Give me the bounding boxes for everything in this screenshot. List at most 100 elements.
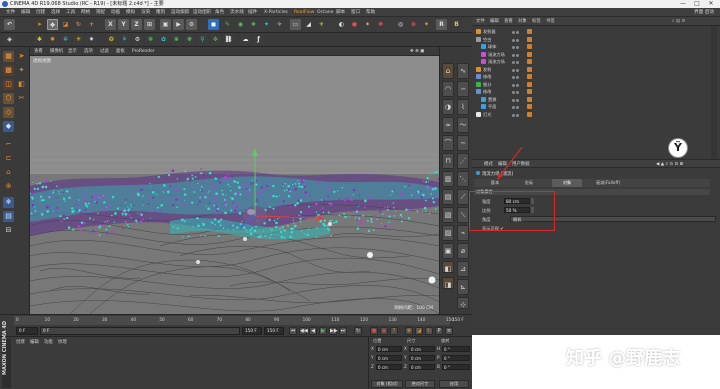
mat-menu-function[interactable]: 功能 — [44, 339, 53, 345]
play-button[interactable]: ▶ — [319, 327, 327, 335]
emitter-icon[interactable]: ◠ — [442, 81, 454, 97]
goto-start-button[interactable]: ⏮ — [289, 327, 297, 335]
object-row[interactable]: 空白 — [472, 36, 720, 43]
size-input[interactable]: 0 cm — [409, 364, 435, 370]
workplane-icon[interactable]: ◫ — [3, 79, 14, 90]
menu-animate[interactable]: 动画 — [111, 9, 120, 16]
object-tag-icon[interactable] — [527, 81, 532, 87]
visibility-dots-icon[interactable] — [512, 97, 526, 102]
enable-axis-icon[interactable]: ⌐ — [3, 139, 14, 150]
visibility-dots-icon[interactable] — [512, 82, 526, 87]
xp-generator-icon[interactable]: ✲ — [60, 34, 71, 45]
menu-edit[interactable]: 编辑 — [21, 9, 30, 16]
object-row[interactable]: 湍流力场 — [472, 51, 720, 58]
xp-collider-icon[interactable]: ✼ — [210, 34, 221, 45]
key-param-icon[interactable]: P — [435, 327, 443, 335]
am-menu-mode[interactable]: 模式 — [484, 161, 493, 168]
graph8-icon[interactable]: ⊹ — [457, 297, 469, 309]
object-tag-icon[interactable] — [527, 111, 532, 117]
auto-key-icon[interactable]: ◉ — [380, 327, 388, 335]
viewport-nav-icons[interactable]: ✥ ⊕ ▣ — [410, 48, 424, 55]
light-icon[interactable]: ☀ — [316, 19, 327, 30]
tab-coord[interactable]: 坐标 — [514, 179, 544, 187]
vp-menu-panel[interactable]: 面板 — [116, 48, 125, 55]
xp-object-icon[interactable]: ☁ — [240, 34, 251, 45]
loop-icon[interactable]: ↻ — [354, 327, 362, 335]
tab-basic[interactable]: 基本 — [480, 179, 510, 187]
xp-question-icon[interactable]: ✷ — [86, 34, 97, 45]
solo-icon[interactable]: ❄ — [3, 197, 14, 208]
object-tag-icon[interactable] — [527, 74, 532, 79]
size-input[interactable]: 0 cm — [409, 355, 435, 361]
hair-icon[interactable]: ✺ — [375, 19, 386, 30]
curve-icon[interactable]: ∽ — [457, 81, 469, 97]
coordinate-mode-dropdown[interactable]: 对象 (相对) — [371, 380, 403, 388]
realflow-scene-icon[interactable]: ⌂ — [442, 63, 454, 79]
viewport-3d[interactable]: 透视视图 网格间距：100 CM — [30, 56, 439, 314]
octane-settings-icon[interactable]: ⊛ — [408, 19, 419, 30]
mat-menu-texture[interactable]: 纹理 — [58, 339, 67, 345]
key-move-icon[interactable]: ✥ — [405, 327, 413, 335]
timeline-menu-icon[interactable]: ≡ — [445, 327, 453, 335]
xp-skinner-icon[interactable]: ❃ — [145, 34, 156, 45]
texture-mode-icon[interactable]: ▩ — [3, 65, 14, 76]
object-tag-icon[interactable] — [527, 104, 532, 109]
prev-frame-button[interactable]: ◀ — [309, 327, 317, 335]
om-search-icon[interactable]: ⌕ ▤ ⚙ — [672, 18, 685, 25]
menu-pipeline[interactable]: 流水线 — [230, 9, 244, 16]
octane-live-viewer-icon[interactable]: ◎ — [395, 19, 406, 30]
display-mode-icon[interactable]: ◐ — [336, 19, 347, 30]
xp-system-icon[interactable]: ✱ — [34, 34, 45, 45]
om-menu-objects[interactable]: 对象 — [518, 18, 527, 25]
xp-action-icon[interactable]: ❂ — [106, 34, 117, 45]
rotation-input[interactable]: 0 ° — [442, 364, 470, 370]
object-row[interactable]: 湍流力场 — [472, 58, 720, 65]
xp-expression-icon[interactable]: ƒ — [253, 34, 264, 45]
prev-key-button[interactable]: ◀◀ — [299, 327, 308, 335]
noise-icon[interactable]: ∼ — [457, 135, 469, 151]
menu-motion-tracking[interactable]: 运动跟踪 — [171, 9, 189, 16]
frame-range-slider[interactable]: 0 F — [40, 327, 240, 335]
object-row[interactable]: 发射 — [472, 66, 720, 73]
visibility-dots-icon[interactable] — [512, 67, 526, 72]
object-tag-icon[interactable] — [527, 36, 532, 42]
vp-menu-view[interactable]: 查看 — [34, 48, 43, 55]
wave-icon[interactable]: 〜 — [457, 117, 469, 133]
close-button[interactable]: ✕ — [704, 0, 718, 8]
object-row[interactable]: 置换 — [472, 96, 720, 103]
coordinate-system-icon[interactable]: ⊞ — [144, 19, 155, 30]
vp-menu-display[interactable]: 显示 — [68, 48, 77, 55]
object-tag-icon[interactable] — [527, 29, 532, 34]
vp-menu-cameras[interactable]: 摄像机 — [50, 48, 63, 55]
camera-icon[interactable]: ◢ — [303, 19, 314, 30]
menu-tools[interactable]: 工具 — [66, 9, 75, 16]
render-picture-viewer-icon[interactable]: ▶ — [173, 19, 184, 30]
key-scale-icon[interactable]: ◪ — [415, 327, 423, 335]
pen-spline-icon[interactable]: ✎ — [222, 19, 233, 30]
record-key-icon[interactable]: ● — [370, 327, 378, 335]
visibility-dots-icon[interactable] — [512, 52, 526, 57]
minimize-button[interactable]: — — [676, 0, 690, 8]
edges-mode-icon[interactable]: ◇ — [3, 107, 14, 118]
softbody-icon[interactable]: ▨ — [442, 225, 454, 241]
visibility-dots-icon[interactable] — [512, 104, 526, 109]
render-settings-icon[interactable]: ⚙ — [186, 19, 197, 30]
export-icon[interactable]: ▣ — [442, 243, 454, 259]
ramp2-icon[interactable]: ⋱ — [457, 171, 469, 187]
move-tool-icon[interactable]: ✥ — [47, 19, 58, 30]
menu-realflow[interactable]: RealFlow — [294, 9, 314, 16]
menu-help[interactable]: 帮助 — [366, 9, 375, 16]
menu-script[interactable]: 脚本 — [336, 9, 345, 16]
layout-switcher[interactable]: 界面 启动 — [694, 9, 714, 16]
xp-trail-icon[interactable]: ⚘ — [119, 34, 130, 45]
object-manager-scrollbar[interactable] — [711, 26, 717, 159]
knife-icon[interactable]: ✂ — [16, 93, 27, 104]
bake2-icon[interactable]: ◨ — [442, 277, 454, 289]
timeline-ruler[interactable]: 0 10 20 30 40 50 60 70 80 90 100 110 120 130 140 150 — [14, 316, 454, 325]
graph6-icon[interactable]: ⊿ — [457, 261, 469, 277]
scale-tool-icon[interactable]: ◪ — [60, 19, 71, 30]
mat-menu-create[interactable]: 创建 — [16, 339, 25, 345]
subdivision-surface-icon[interactable]: ◉ — [235, 19, 246, 30]
spline-icon[interactable]: ⌇ — [457, 99, 469, 115]
object-tag-icon[interactable] — [527, 89, 532, 94]
